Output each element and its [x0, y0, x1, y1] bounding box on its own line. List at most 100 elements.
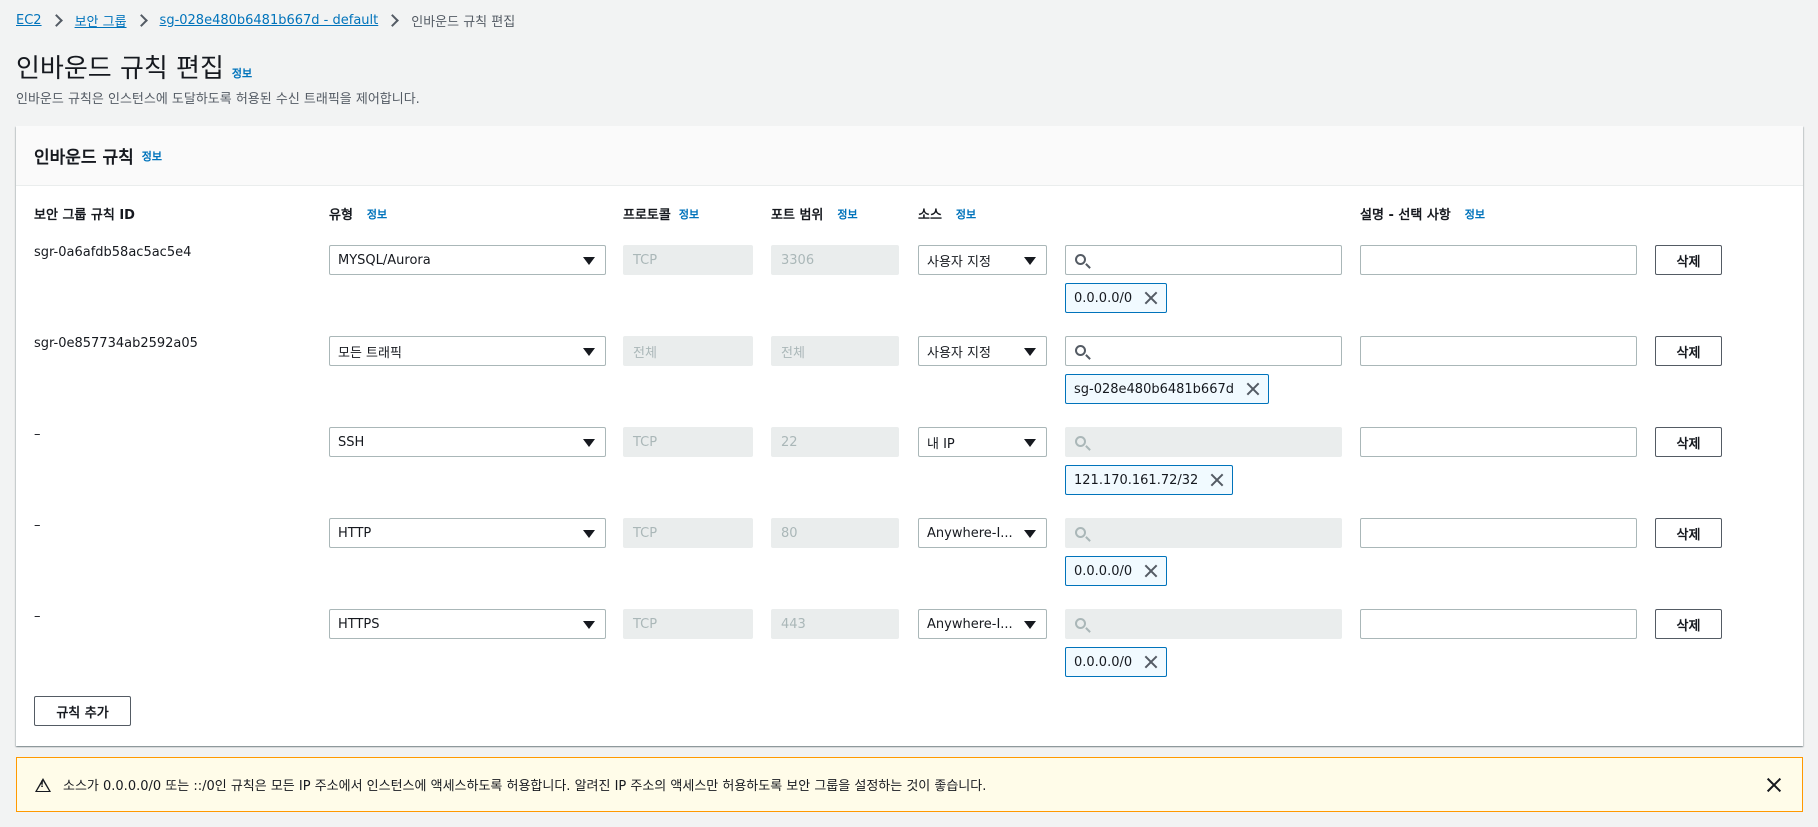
type-select[interactable]: 모든 트래픽	[329, 336, 606, 366]
source-type-select[interactable]: 사용자 지정	[918, 336, 1047, 366]
chevron-right-icon	[386, 13, 400, 27]
col-source-label: 소스	[918, 208, 942, 223]
source-token-label: 0.0.0.0/0	[1074, 654, 1133, 670]
description-input[interactable]	[1360, 427, 1637, 457]
breadcrumb-ec2[interactable]: EC2	[16, 13, 42, 28]
protocol-field: TCP	[623, 518, 753, 548]
source-type-select[interactable]: 내 IP	[918, 427, 1047, 457]
breadcrumb-security-group[interactable]: sg-028e480b6481b667d - default	[160, 13, 379, 28]
col-protocol: 프로토콜 정보	[623, 204, 699, 224]
col-description-info-link[interactable]: 정보	[1465, 206, 1485, 222]
close-icon[interactable]	[1766, 777, 1782, 793]
panel-header: 인바운드 규칙 정보	[16, 126, 1803, 186]
source-token-label: 0.0.0.0/0	[1074, 563, 1133, 579]
protocol-field: TCP	[623, 245, 753, 275]
col-protocol-info-link[interactable]: 정보	[679, 206, 699, 222]
breadcrumb: EC2 보안 그룹 sg-028e480b6481b667d - default…	[16, 10, 515, 30]
page-info-link[interactable]: 정보	[232, 65, 252, 81]
breadcrumb-security-groups[interactable]: 보안 그룹	[75, 11, 127, 30]
col-source-info-link[interactable]: 정보	[956, 206, 976, 222]
add-rule-button[interactable]: 규칙 추가	[34, 696, 131, 726]
caret-down-icon	[583, 530, 595, 538]
caret-down-icon	[1024, 621, 1036, 629]
type-select-value: HTTPS	[338, 616, 380, 632]
search-icon	[1075, 618, 1086, 629]
rule-id: sgr-0e857734ab2592a05	[34, 336, 198, 351]
rule-id: –	[34, 427, 41, 442]
breadcrumb-current: 인바운드 규칙 편집	[411, 14, 516, 30]
page-title: 인바운드 규칙 편집 정보	[16, 48, 252, 85]
source-search-input	[1065, 427, 1342, 457]
source-search-input	[1065, 518, 1342, 548]
type-select[interactable]: MYSQL/Aurora	[329, 245, 606, 275]
delete-button[interactable]: 삭제	[1655, 518, 1722, 548]
type-select[interactable]: HTTPS	[329, 609, 606, 639]
alert-text: 소스가 0.0.0.0/0 또는 ::/0인 규칙은 모든 IP 주소에서 인스…	[63, 779, 987, 794]
col-description: 설명 - 선택 사항 정보	[1360, 204, 1485, 224]
port-range-field: 3306	[771, 245, 899, 275]
chevron-right-icon	[49, 13, 63, 27]
col-type-info-link[interactable]: 정보	[367, 206, 387, 222]
warning-icon	[35, 777, 51, 792]
close-icon[interactable]	[1144, 291, 1158, 305]
col-type-label: 유형	[329, 208, 353, 223]
description-input[interactable]	[1360, 245, 1637, 275]
warning-alert: 소스가 0.0.0.0/0 또는 ::/0인 규칙은 모든 IP 주소에서 인스…	[16, 757, 1803, 812]
rule-id: –	[34, 518, 41, 533]
source-type-select[interactable]: Anywhere-I...	[918, 609, 1047, 639]
type-select-value: SSH	[338, 434, 365, 450]
delete-button[interactable]: 삭제	[1655, 245, 1722, 275]
col-protocol-label: 프로토콜	[623, 208, 671, 223]
search-icon	[1075, 527, 1086, 538]
panel-title: 인바운드 규칙	[34, 148, 134, 168]
type-select[interactable]: HTTP	[329, 518, 606, 548]
type-select[interactable]: SSH	[329, 427, 606, 457]
caret-down-icon	[1024, 439, 1036, 447]
close-icon[interactable]	[1144, 655, 1158, 669]
caret-down-icon	[1024, 348, 1036, 356]
inbound-rules-panel: 인바운드 규칙 정보 보안 그룹 규칙 ID 유형 정보 프로토콜 정보 포트 …	[16, 126, 1803, 746]
source-token: 121.170.161.72/32	[1065, 465, 1234, 495]
type-select-value: HTTP	[338, 525, 372, 541]
col-port-range-info-link[interactable]: 정보	[837, 206, 857, 222]
caret-down-icon	[583, 621, 595, 629]
source-token: sg-028e480b6481b667d	[1065, 374, 1269, 404]
source-search-input[interactable]	[1065, 336, 1342, 366]
col-description-label: 설명 - 선택 사항	[1360, 208, 1451, 223]
source-token: 0.0.0.0/0	[1065, 647, 1168, 677]
rule-row: sgr-0a6afdb58ac5ac5e4 MYSQL/Aurora TCP 3…	[16, 245, 1803, 335]
source-type-select[interactable]: Anywhere-I...	[918, 518, 1047, 548]
rule-id: –	[34, 609, 41, 624]
source-token: 0.0.0.0/0	[1065, 283, 1168, 313]
search-icon	[1075, 436, 1086, 447]
panel-info-link[interactable]: 정보	[142, 148, 162, 164]
protocol-field: TCP	[623, 427, 753, 457]
search-icon	[1075, 345, 1086, 356]
caret-down-icon	[583, 257, 595, 265]
close-icon[interactable]	[1144, 564, 1158, 578]
search-icon	[1075, 254, 1086, 265]
col-port-range: 포트 범위 정보	[771, 204, 858, 224]
rule-row: sgr-0e857734ab2592a05 모든 트래픽 전체 전체 사용자 지…	[16, 336, 1803, 426]
caret-down-icon	[583, 348, 595, 356]
source-type-select[interactable]: 사용자 지정	[918, 245, 1047, 275]
chevron-right-icon	[134, 13, 148, 27]
col-rule-id-label: 보안 그룹 규칙 ID	[34, 208, 135, 223]
delete-button[interactable]: 삭제	[1655, 427, 1722, 457]
description-input[interactable]	[1360, 609, 1637, 639]
delete-button[interactable]: 삭제	[1655, 336, 1722, 366]
delete-button[interactable]: 삭제	[1655, 609, 1722, 639]
port-range-field: 443	[771, 609, 899, 639]
description-input[interactable]	[1360, 518, 1637, 548]
caret-down-icon	[583, 439, 595, 447]
close-icon[interactable]	[1210, 473, 1224, 487]
source-search-input[interactable]	[1065, 245, 1342, 275]
close-icon[interactable]	[1246, 382, 1260, 396]
rule-row: – HTTPS TCP 443 Anywhere-I... 0.0.0.0/0 …	[16, 609, 1803, 699]
description-input[interactable]	[1360, 336, 1637, 366]
port-range-field: 80	[771, 518, 899, 548]
source-token-label: sg-028e480b6481b667d	[1074, 381, 1234, 397]
type-select-value: 모든 트래픽	[338, 345, 402, 361]
port-range-field: 전체	[771, 336, 899, 366]
col-type: 유형 정보	[329, 204, 387, 224]
